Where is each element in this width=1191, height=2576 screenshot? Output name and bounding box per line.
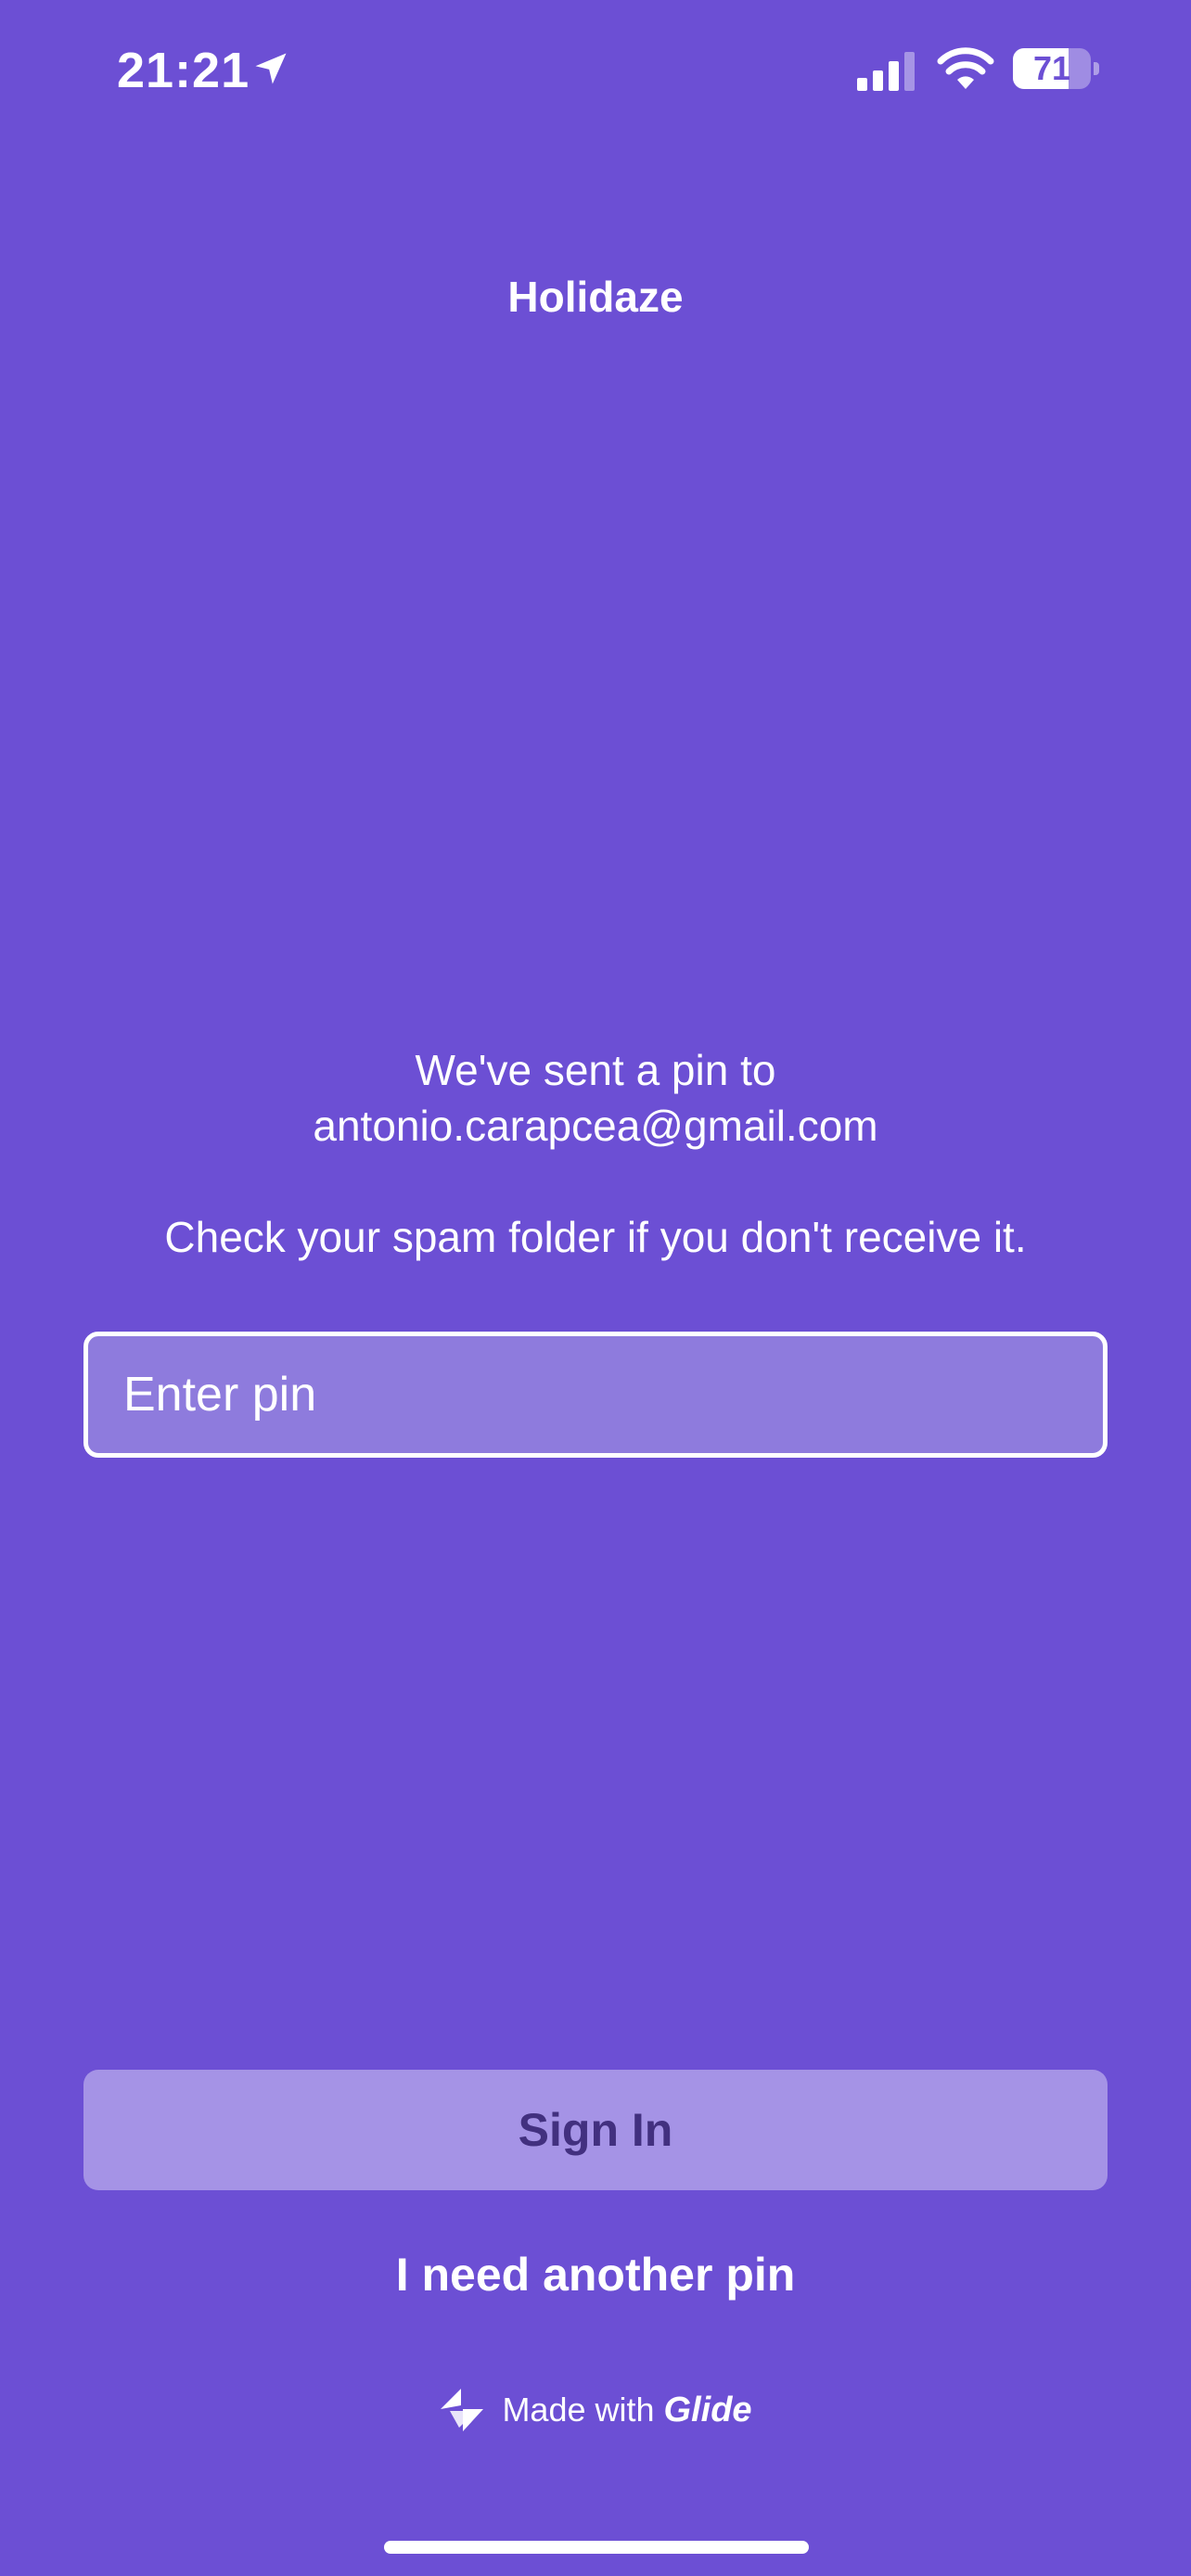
- made-with-label: Made with: [502, 2391, 655, 2429]
- sign-in-button[interactable]: Sign In: [83, 2070, 1108, 2190]
- wifi-icon: [937, 47, 994, 89]
- request-another-pin-link[interactable]: I need another pin: [0, 2244, 1191, 2305]
- glide-brand-label: Glide: [663, 2391, 752, 2429]
- spam-folder-hint: Check your spam folder if you don't rece…: [164, 1213, 1027, 1261]
- status-time: 21:21: [117, 43, 250, 98]
- pin-sent-message: We've sent a pin to: [415, 1046, 776, 1094]
- battery-level: 71: [1032, 49, 1071, 87]
- made-with-glide-badge[interactable]: Made with Glide: [0, 2387, 1191, 2433]
- status-bar: 21:21 71: [0, 0, 1191, 139]
- page-title: Holidaze: [507, 273, 684, 321]
- home-indicator[interactable]: [384, 2541, 809, 2554]
- battery-icon: 71: [1013, 48, 1099, 89]
- location-arrow-icon: [255, 53, 287, 84]
- battery-tip: [1094, 62, 1099, 75]
- glide-logo-icon: [441, 2389, 484, 2431]
- cellular-signal-icon: [857, 52, 915, 91]
- battery-body: 71: [1013, 48, 1091, 89]
- recipient-email: antonio.carapcea@gmail.com: [313, 1102, 878, 1150]
- pin-input[interactable]: [83, 1332, 1108, 1458]
